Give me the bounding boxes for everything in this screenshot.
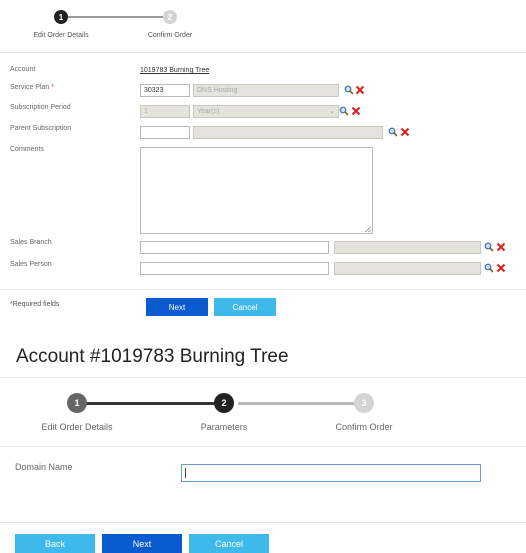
subscription-period-label: Subscription Period bbox=[10, 104, 71, 111]
step-1-label: Edit Order Details bbox=[41, 422, 113, 432]
sales-person-name-field bbox=[334, 262, 481, 275]
step-1-circle: 1 bbox=[67, 393, 87, 413]
cancel-button[interactable]: Cancel bbox=[214, 298, 276, 316]
red-x-icon[interactable] bbox=[400, 127, 410, 137]
step-2-label: Parameters bbox=[200, 422, 248, 432]
domain-name-label: Domain Name bbox=[15, 462, 73, 472]
next-button[interactable]: Next bbox=[146, 298, 208, 316]
sales-branch-name-field bbox=[334, 241, 481, 254]
step-1-label: Edit Order Details bbox=[33, 32, 89, 39]
magnifier-icon[interactable] bbox=[484, 263, 494, 273]
account-number: 1019783 bbox=[140, 67, 168, 74]
magnifier-icon[interactable] bbox=[339, 106, 349, 116]
subscription-period-value: 1 bbox=[140, 105, 190, 118]
subscription-period-unit: Year(s) bbox=[197, 108, 220, 115]
account-link[interactable]: 1019783 Burning Tree bbox=[140, 67, 209, 74]
domain-name-input[interactable] bbox=[181, 464, 481, 482]
divider bbox=[0, 522, 526, 523]
sales-person-id-input[interactable] bbox=[140, 262, 329, 275]
step-connector bbox=[68, 16, 163, 18]
magnifier-icon[interactable] bbox=[388, 127, 398, 137]
step-connector bbox=[86, 402, 220, 405]
divider bbox=[0, 446, 526, 447]
page-title: Account #1019783 Burning Tree bbox=[16, 346, 289, 367]
back-button[interactable]: Back bbox=[15, 534, 95, 553]
account-name: Burning Tree bbox=[169, 67, 210, 74]
subscription-period-select[interactable]: Year(s) ⌄ bbox=[193, 105, 339, 118]
step-2-circle: 2 bbox=[214, 393, 234, 413]
step-3-label: Confirm Order bbox=[335, 422, 393, 432]
parent-subscription-label: Parent Subscription bbox=[10, 125, 72, 132]
account-label: Account bbox=[10, 66, 36, 73]
step-2-circle: 2 bbox=[163, 10, 177, 24]
step-connector bbox=[238, 402, 356, 405]
service-plan-id-input[interactable]: 30323 bbox=[140, 84, 190, 97]
red-x-icon[interactable] bbox=[496, 263, 506, 273]
divider bbox=[0, 377, 526, 378]
divider bbox=[0, 289, 526, 290]
sales-person-label: Sales Person bbox=[10, 261, 52, 268]
red-x-icon[interactable] bbox=[496, 242, 506, 252]
magnifier-icon[interactable] bbox=[344, 85, 354, 95]
comments-label: Comments bbox=[10, 146, 44, 153]
step-3-circle: 3 bbox=[354, 393, 374, 413]
cancel-button[interactable]: Cancel bbox=[189, 534, 269, 553]
resize-grip-icon[interactable] bbox=[365, 226, 371, 232]
required-fields-note: *Required fields bbox=[10, 301, 60, 308]
parent-subscription-id-input[interactable] bbox=[140, 126, 190, 139]
service-plan-label: Service Plan * bbox=[10, 84, 54, 91]
red-x-icon[interactable] bbox=[355, 85, 365, 95]
sales-branch-id-input[interactable] bbox=[140, 241, 329, 254]
text-caret bbox=[185, 468, 186, 478]
magnifier-icon[interactable] bbox=[484, 242, 494, 252]
sales-branch-label: Sales Branch bbox=[10, 239, 52, 246]
step-1-circle: 1 bbox=[54, 10, 68, 24]
required-marker: * bbox=[51, 84, 54, 91]
divider bbox=[0, 52, 526, 53]
step-2-label: Confirm Order bbox=[147, 32, 193, 39]
next-button[interactable]: Next bbox=[102, 534, 182, 553]
service-plan-name-field: DNS Hosting bbox=[193, 84, 339, 97]
red-x-icon[interactable] bbox=[351, 106, 361, 116]
chevron-down-icon: ⌄ bbox=[329, 108, 335, 115]
parent-subscription-name-field bbox=[193, 126, 383, 139]
service-plan-label-text: Service Plan bbox=[10, 84, 50, 91]
comments-textarea[interactable] bbox=[140, 147, 373, 234]
